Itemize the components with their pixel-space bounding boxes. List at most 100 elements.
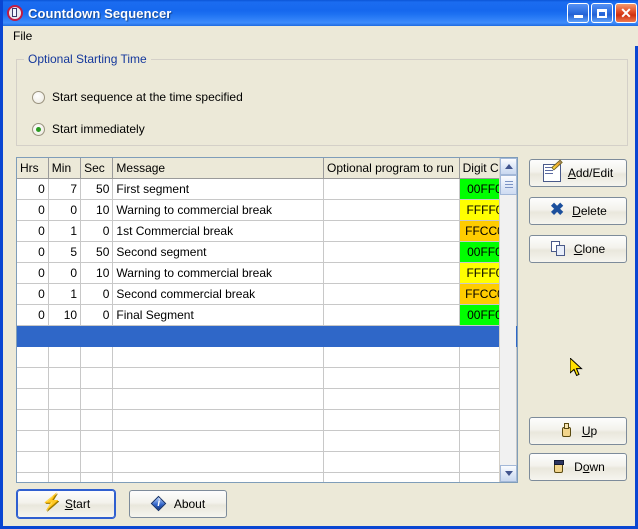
cell-empty[interactable] [48, 409, 82, 431]
cell-hrs[interactable]: 0 [17, 262, 49, 284]
cell-empty[interactable] [112, 325, 325, 347]
cell-sec[interactable]: 0 [80, 283, 114, 305]
maximize-button[interactable] [591, 3, 613, 23]
cell-empty[interactable] [112, 388, 325, 410]
cell-program[interactable] [323, 220, 460, 242]
table-row-empty[interactable] [17, 472, 517, 482]
cell-empty[interactable] [17, 409, 49, 431]
cell-min[interactable]: 1 [48, 283, 82, 305]
cell-message[interactable]: Second segment [112, 241, 325, 263]
cell-program[interactable] [323, 304, 460, 326]
cell-empty[interactable] [80, 346, 114, 368]
cell-hrs[interactable]: 0 [17, 283, 49, 305]
move-up-button[interactable]: Up [529, 417, 627, 445]
cell-empty[interactable] [112, 430, 325, 452]
table-row-empty[interactable] [17, 388, 517, 410]
column-header-message[interactable]: Message [112, 158, 325, 179]
grid-vertical-scrollbar[interactable] [499, 158, 517, 482]
cell-empty[interactable] [17, 325, 49, 347]
close-button[interactable]: ✕ [615, 3, 637, 23]
cell-sec[interactable]: 50 [80, 241, 114, 263]
cell-empty[interactable] [323, 367, 460, 389]
cell-message[interactable]: Warning to commercial break [112, 199, 325, 221]
table-row-selected[interactable] [17, 325, 517, 347]
cell-sec[interactable]: 0 [80, 220, 114, 242]
radio-start-immediately[interactable]: Start immediately [32, 122, 145, 136]
radio-button-icon[interactable] [32, 122, 45, 136]
cell-hrs[interactable]: 0 [17, 304, 49, 326]
cell-program[interactable] [323, 178, 460, 200]
cell-empty[interactable] [48, 430, 82, 452]
table-row-empty[interactable] [17, 346, 517, 368]
cell-min[interactable]: 7 [48, 178, 82, 200]
scroll-down-arrow-icon[interactable] [500, 465, 517, 482]
cell-sec[interactable]: 10 [80, 262, 114, 284]
sequence-grid[interactable]: Hrs Min Sec Message Optional program to … [16, 157, 518, 483]
cell-min[interactable]: 10 [48, 304, 82, 326]
cell-empty[interactable] [48, 472, 82, 482]
table-row-empty[interactable] [17, 451, 517, 473]
cell-empty[interactable] [48, 367, 82, 389]
cell-empty[interactable] [323, 409, 460, 431]
cell-empty[interactable] [17, 430, 49, 452]
column-header-min[interactable]: Min [48, 158, 82, 179]
cell-empty[interactable] [323, 430, 460, 452]
cell-empty[interactable] [80, 325, 114, 347]
cell-sec[interactable]: 0 [80, 304, 114, 326]
cell-message[interactable]: 1st Commercial break [112, 220, 325, 242]
table-row[interactable]: 0 1 0 1st Commercial break FFCC00 [17, 220, 517, 242]
cell-message[interactable]: First segment [112, 178, 325, 200]
table-row-empty[interactable] [17, 409, 517, 431]
cell-empty[interactable] [323, 346, 460, 368]
clone-button[interactable]: Clone [529, 235, 627, 263]
radio-button-icon[interactable] [32, 90, 45, 104]
column-header-hrs[interactable]: Hrs [17, 158, 49, 179]
cell-empty[interactable] [17, 388, 49, 410]
cell-hrs[interactable]: 0 [17, 220, 49, 242]
cell-empty[interactable] [80, 451, 114, 473]
move-down-button[interactable]: Down [529, 453, 627, 481]
cell-empty[interactable] [112, 409, 325, 431]
cell-empty[interactable] [112, 472, 325, 482]
cell-empty[interactable] [323, 325, 460, 347]
cell-empty[interactable] [323, 451, 460, 473]
cell-empty[interactable] [48, 388, 82, 410]
cell-empty[interactable] [80, 367, 114, 389]
cell-empty[interactable] [323, 472, 460, 482]
cell-message[interactable]: Final Segment [112, 304, 325, 326]
delete-button[interactable]: ✖ Delete [529, 197, 627, 225]
cell-program[interactable] [323, 241, 460, 263]
start-button[interactable]: ⚡ Start [17, 490, 115, 518]
cell-hrs[interactable]: 0 [17, 178, 49, 200]
cell-empty[interactable] [112, 346, 325, 368]
table-row-empty[interactable] [17, 430, 517, 452]
cell-empty[interactable] [80, 472, 114, 482]
radio-start-at-time[interactable]: Start sequence at the time specified [32, 90, 243, 104]
cell-sec[interactable]: 50 [80, 178, 114, 200]
cell-empty[interactable] [17, 451, 49, 473]
cell-empty[interactable] [80, 409, 114, 431]
table-row[interactable]: 0 7 50 First segment 00FF00 [17, 178, 517, 200]
cell-min[interactable]: 5 [48, 241, 82, 263]
add-edit-button[interactable]: Add/Edit [529, 159, 627, 187]
table-row[interactable]: 0 0 10 Warning to commercial break FFFF00 [17, 262, 517, 284]
cell-empty[interactable] [17, 346, 49, 368]
table-row[interactable]: 0 1 0 Second commercial break FFCC00 [17, 283, 517, 305]
cell-message[interactable]: Warning to commercial break [112, 262, 325, 284]
cell-empty[interactable] [112, 367, 325, 389]
cell-empty[interactable] [48, 451, 82, 473]
column-header-sec[interactable]: Sec [80, 158, 114, 179]
minimize-button[interactable] [567, 3, 589, 23]
table-row-empty[interactable] [17, 367, 517, 389]
table-row[interactable]: 0 0 10 Warning to commercial break FFFF00 [17, 199, 517, 221]
table-row[interactable]: 0 10 0 Final Segment 00FF00 [17, 304, 517, 326]
cell-min[interactable]: 0 [48, 199, 82, 221]
cell-hrs[interactable]: 0 [17, 199, 49, 221]
menu-item-file[interactable]: File [6, 27, 39, 45]
cell-min[interactable]: 0 [48, 262, 82, 284]
cell-empty[interactable] [17, 367, 49, 389]
cell-empty[interactable] [80, 388, 114, 410]
about-button[interactable]: About [129, 490, 227, 518]
cell-program[interactable] [323, 262, 460, 284]
cell-program[interactable] [323, 199, 460, 221]
